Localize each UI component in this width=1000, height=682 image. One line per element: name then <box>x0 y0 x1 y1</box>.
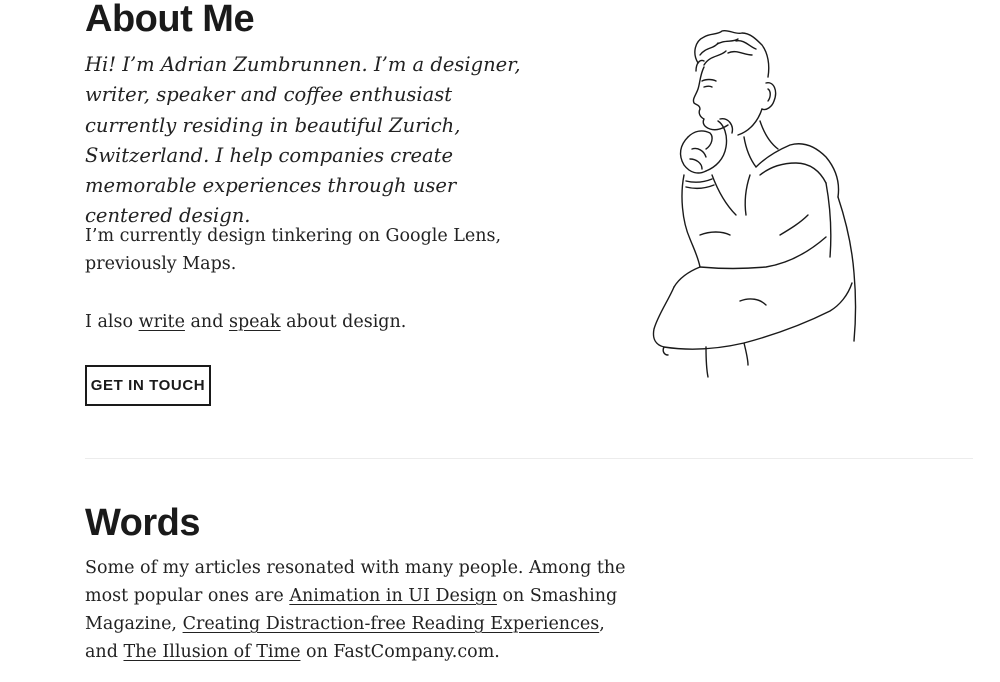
thinking-man-icon <box>652 29 857 378</box>
illusion-of-time-link[interactable]: The Illusion of Time <box>123 642 300 662</box>
write-speak-mid: and <box>184 312 229 332</box>
thinking-man-illustration <box>640 25 880 380</box>
get-in-touch-button[interactable]: GET IN TOUCH <box>85 365 211 406</box>
write-speak-text: I also write and speak about design. <box>85 308 505 336</box>
about-heading: About Me <box>85 0 255 40</box>
current-role-text: I’m currently design tinkering on Google… <box>85 226 502 274</box>
section-divider <box>85 458 973 459</box>
write-speak-prefix: I also <box>85 312 139 332</box>
page: About Me Hi! I’m Adrian Zumbrunnen. I’m … <box>0 0 1000 682</box>
words-text-4: on FastCompany.com. <box>300 642 500 662</box>
words-heading: Words <box>85 502 201 544</box>
write-speak-suffix: about design. <box>280 312 407 332</box>
animation-in-ui-design-link[interactable]: Animation in UI Design <box>289 586 497 606</box>
distraction-free-reading-link[interactable]: Creating Distraction-free Reading Experi… <box>183 614 600 634</box>
about-intro: Hi! I’m Adrian Zumbrunnen. I’m a designe… <box>85 53 521 228</box>
speak-link[interactable]: speak <box>229 312 281 332</box>
words-text: Some of my articles resonated with many … <box>85 554 635 666</box>
write-link[interactable]: write <box>139 312 185 332</box>
